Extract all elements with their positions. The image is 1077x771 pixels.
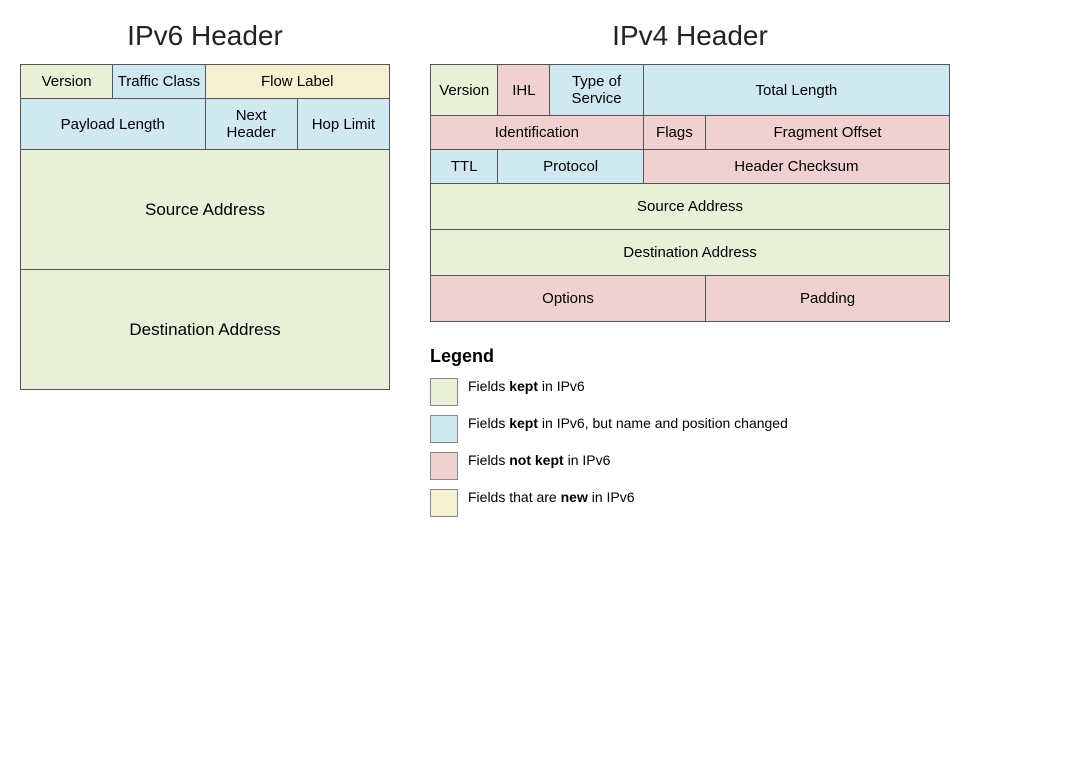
ipv6-row-3: Source Address	[21, 150, 390, 270]
ipv4-destination-address: Destination Address	[431, 230, 950, 276]
ipv4-panel: IPv4 Header Version IHL Type of Service	[430, 20, 950, 322]
ipv4-table: Version IHL Type of Service Total Length…	[430, 64, 950, 322]
legend-text-not-kept: Fields not kept in IPv6	[468, 451, 610, 471]
ipv6-table: Version Traffic Class Flow Label Payload…	[20, 64, 390, 390]
ipv6-payload-length: Payload Length	[21, 99, 206, 150]
ipv6-source-address: Source Address	[21, 150, 390, 270]
ipv4-source-address: Source Address	[431, 184, 950, 230]
legend-item-not-kept: Fields not kept in IPv6	[430, 451, 950, 480]
ipv6-row-2: Payload Length Next Header Hop Limit	[21, 99, 390, 150]
ipv4-title: IPv4 Header	[430, 20, 950, 52]
ipv4-row-1: Version IHL Type of Service Total Length	[431, 65, 950, 116]
legend-text-kept: Fields kept in IPv6	[468, 377, 585, 397]
ipv6-panel: IPv6 Header Version Traffic Class Flow L…	[20, 20, 390, 390]
main-container: IPv6 Header Version Traffic Class Flow L…	[20, 20, 1057, 525]
legend-title: Legend	[430, 346, 950, 367]
legend-item-kept: Fields kept in IPv6	[430, 377, 950, 406]
ipv4-options: Options	[431, 276, 706, 322]
ipv4-row-2: Identification Flags Fragment Offset	[431, 116, 950, 150]
ipv4-type-of-service: Type of Service	[550, 65, 643, 116]
ipv4-row-5: Destination Address	[431, 230, 950, 276]
legend-item-new: Fields that are new in IPv6	[430, 488, 950, 517]
legend-text-changed: Fields kept in IPv6, but name and positi…	[468, 414, 788, 434]
ipv6-destination-address: Destination Address	[21, 270, 390, 390]
ipv4-flags: Flags	[643, 116, 705, 150]
legend-box-pink	[430, 452, 458, 480]
ipv4-fragment-offset: Fragment Offset	[706, 116, 950, 150]
ipv4-padding: Padding	[706, 276, 950, 322]
ipv6-row-4: Destination Address	[21, 270, 390, 390]
legend-text-new: Fields that are new in IPv6	[468, 488, 635, 508]
ipv6-flow-label: Flow Label	[205, 65, 390, 99]
ipv4-legend-container: IPv4 Header Version IHL Type of Service	[430, 20, 950, 525]
ipv4-total-length: Total Length	[643, 65, 949, 116]
ipv4-row-3: TTL Protocol Header Checksum	[431, 150, 950, 184]
ipv4-version: Version	[431, 65, 498, 116]
ipv4-protocol: Protocol	[498, 150, 643, 184]
ipv4-row-4: Source Address	[431, 184, 950, 230]
ipv4-identification: Identification	[431, 116, 644, 150]
ipv6-traffic-class: Traffic Class	[113, 65, 205, 99]
ipv6-version: Version	[21, 65, 113, 99]
ipv4-row-6: Options Padding	[431, 276, 950, 322]
legend-box-cream	[430, 489, 458, 517]
ipv6-next-header: Next Header	[205, 99, 297, 150]
ipv4-header-checksum: Header Checksum	[643, 150, 949, 184]
ipv6-title: IPv6 Header	[20, 20, 390, 52]
ipv6-row-1: Version Traffic Class Flow Label	[21, 65, 390, 99]
ipv6-hop-limit: Hop Limit	[297, 99, 389, 150]
legend-item-changed: Fields kept in IPv6, but name and positi…	[430, 414, 950, 443]
legend-box-green	[430, 378, 458, 406]
ipv4-ihl: IHL	[498, 65, 550, 116]
legend-box-blue	[430, 415, 458, 443]
legend-section: Legend Fields kept in IPv6 Fields kept i…	[430, 346, 950, 525]
ipv4-ttl: TTL	[431, 150, 498, 184]
